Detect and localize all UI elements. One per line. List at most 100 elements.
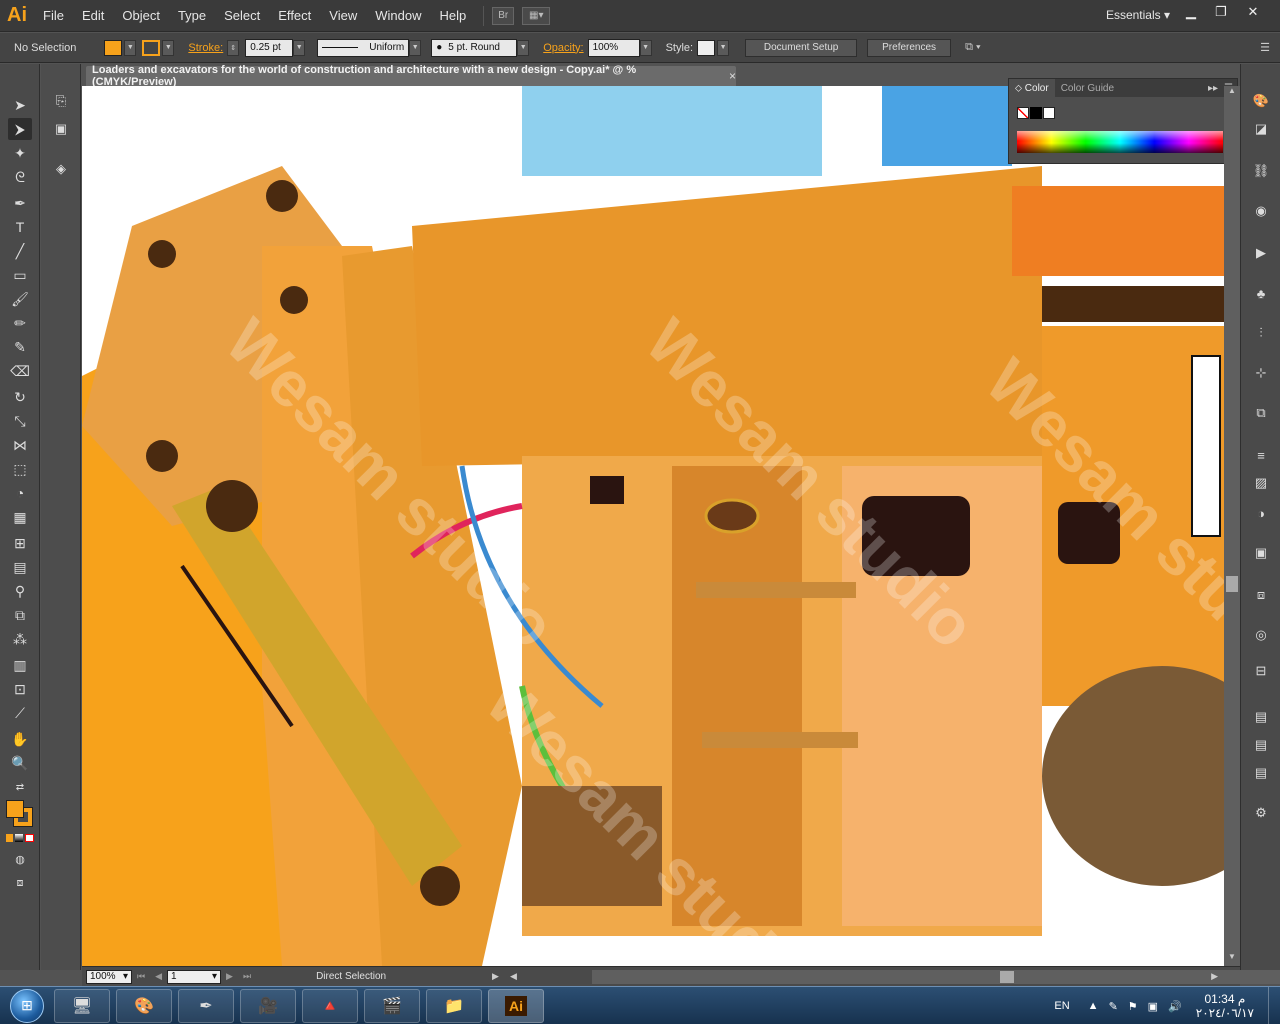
rectangle-tool-icon[interactable]: ▭ xyxy=(8,264,32,286)
horizontal-scrollbar[interactable] xyxy=(592,970,1280,984)
paragraph-icon[interactable]: ▤ xyxy=(1250,706,1272,728)
taskbar-app-vlc[interactable]: 🔺 xyxy=(302,988,358,1023)
fill-color-icon[interactable] xyxy=(6,800,24,818)
line-tool-icon[interactable]: ╱ xyxy=(8,240,32,262)
scroll-up-icon[interactable]: ▲ xyxy=(1224,86,1240,100)
opacity-field[interactable]: 100% xyxy=(587,38,640,57)
vertical-scrollbar[interactable]: ▲ ▼ xyxy=(1224,86,1240,966)
taskbar-app-explorer[interactable]: 📁 xyxy=(426,988,482,1023)
document-tab[interactable]: Loaders and excavators for the world of … xyxy=(86,64,736,88)
zoom-tool-icon[interactable]: 🔍 xyxy=(8,752,32,774)
selection-tool-icon[interactable]: ➤ xyxy=(8,94,32,116)
align-icon[interactable]: ⫶ xyxy=(1250,322,1272,344)
image-trace-icon[interactable]: ▣ xyxy=(50,118,72,140)
close-icon[interactable]: ✕ xyxy=(1238,2,1268,22)
direct-selection-tool-icon[interactable]: ⮞ xyxy=(8,118,32,140)
scroll-right-icon[interactable]: ▶ xyxy=(1211,971,1218,982)
transparency-icon[interactable]: ◑ xyxy=(1250,502,1272,524)
show-desktop-button[interactable] xyxy=(1268,987,1280,1024)
mesh-tool-icon[interactable]: ⊞ xyxy=(8,532,32,554)
stroke-swatch[interactable] xyxy=(142,39,161,56)
free-transform-tool-icon[interactable]: ⬚ xyxy=(8,458,32,480)
paintbrush-tool-icon[interactable]: 🖌 xyxy=(8,288,32,310)
opacity-dropdown-icon[interactable]: ▼ xyxy=(639,39,652,56)
menu-select[interactable]: Select xyxy=(215,8,269,23)
zoom-field[interactable]: 100% ▾ xyxy=(86,969,132,984)
menu-object[interactable]: Object xyxy=(113,8,169,23)
swatches-icon[interactable]: ◪ xyxy=(1250,118,1272,140)
white-swatch[interactable] xyxy=(1043,107,1055,119)
menu-effect[interactable]: Effect xyxy=(269,8,320,23)
artboard-field[interactable]: 1 ▾ xyxy=(167,969,222,984)
shape-builder-tool-icon[interactable]: ◔ xyxy=(8,482,32,504)
none-swatch-icon[interactable] xyxy=(1017,107,1029,119)
action-center-icon[interactable]: ⚑ xyxy=(1128,1000,1138,1013)
perspective-grid-tool-icon[interactable]: ▦ xyxy=(8,506,32,528)
menu-type[interactable]: Type xyxy=(169,8,215,23)
drawing-mode-icon[interactable]: ◍ xyxy=(8,848,32,870)
next-artboard-icon[interactable]: ▶ xyxy=(226,971,233,982)
arrange-icon[interactable]: ⧉ ▾ xyxy=(965,41,981,54)
tray-expand-icon[interactable]: ▲ xyxy=(1088,1000,1099,1012)
tray-pen-icon[interactable]: ✎ xyxy=(1109,1000,1118,1013)
scroll-down-icon[interactable]: ▼ xyxy=(1224,952,1240,966)
stroke-panel-icon[interactable]: ≡ xyxy=(1250,444,1272,466)
taskbar-app-camtasia[interactable]: 🎥 xyxy=(240,988,296,1023)
minimize-icon[interactable]: ▁ xyxy=(1176,2,1206,22)
document-info-icon[interactable]: ⚙ xyxy=(1250,802,1272,824)
color-mode-icons[interactable] xyxy=(6,834,34,842)
eraser-tool-icon[interactable]: ⌫ xyxy=(8,360,32,382)
close-tab-icon[interactable]: × xyxy=(729,69,736,83)
lasso-tool-icon[interactable]: ᘓ xyxy=(8,166,32,188)
language-indicator[interactable]: EN xyxy=(1054,1000,1069,1012)
scroll-left-icon[interactable]: ◀ xyxy=(510,971,517,982)
layers-icon[interactable]: ◈ xyxy=(50,158,72,180)
type-tool-icon[interactable]: T xyxy=(8,216,32,238)
vertical-scroll-thumb[interactable] xyxy=(1226,576,1238,592)
brushes-icon[interactable]: ⧈ xyxy=(1250,584,1272,606)
network-icon[interactable]: ▣ xyxy=(1148,1000,1158,1013)
artboards-icon[interactable]: ▤ xyxy=(1250,762,1272,784)
stroke-stepper-icon[interactable]: ⇕ xyxy=(227,39,240,56)
fill-swatch[interactable] xyxy=(104,39,123,56)
preferences-button[interactable]: Preferences xyxy=(867,38,952,57)
document-setup-button[interactable]: Document Setup xyxy=(745,38,858,57)
clock[interactable]: 01:34 م ٢٠٢٤/٠٦/١٧ xyxy=(1196,992,1254,1020)
brush-definition[interactable]: ● 5 pt. Round xyxy=(431,38,518,57)
stroke-weight-dropdown-icon[interactable]: ▼ xyxy=(293,39,306,56)
previous-artboard-icon[interactable]: ◀ xyxy=(155,971,162,982)
bridge-button[interactable]: Br xyxy=(492,6,515,25)
menu-file[interactable]: File xyxy=(34,8,73,23)
screen-mode-icon[interactable]: ⧈ xyxy=(8,872,32,894)
opacity-label[interactable]: Opacity: xyxy=(543,42,583,54)
menu-edit[interactable]: Edit xyxy=(73,8,113,23)
appearance-icon[interactable]: ◉ xyxy=(1250,200,1272,222)
menu-help[interactable]: Help xyxy=(430,8,475,23)
pen-tool-icon[interactable]: ✒ xyxy=(8,192,32,214)
symbol-sprayer-tool-icon[interactable]: ⁂ xyxy=(8,628,32,650)
actions-icon[interactable]: ▶ xyxy=(1250,242,1272,264)
magic-wand-tool-icon[interactable]: ✦ xyxy=(8,142,32,164)
properties-icon[interactable]: ⎘ xyxy=(50,90,72,112)
gradient-tool-icon[interactable]: ▤ xyxy=(8,556,32,578)
rotate-tool-icon[interactable]: ↻ xyxy=(8,386,32,408)
swap-colors-icon[interactable]: ⇄ xyxy=(8,776,32,798)
workspace-switcher[interactable]: Essentials ▾ xyxy=(1106,8,1170,22)
taskbar-app-studio[interactable]: 🎬 xyxy=(364,988,420,1023)
taskbar-app-illustrator[interactable]: Ai xyxy=(488,988,544,1023)
tab-color[interactable]: ⬦ Color xyxy=(1009,79,1055,97)
panel-menu-icon[interactable]: ☰ xyxy=(1260,41,1270,54)
style-dropdown-icon[interactable]: ▼ xyxy=(717,39,730,56)
fill-dropdown-icon[interactable]: ▼ xyxy=(124,39,137,56)
start-button[interactable]: ⊞ xyxy=(0,987,54,1024)
gradient-panel-icon[interactable]: ▨ xyxy=(1250,472,1272,494)
graphic-style-swatch[interactable] xyxy=(697,39,716,56)
transform-icon[interactable]: ⊹ xyxy=(1250,362,1272,384)
restore-icon[interactable]: ❐ xyxy=(1206,2,1236,22)
navigator-icon[interactable]: ◎ xyxy=(1250,624,1272,646)
volume-icon[interactable]: 🔊 xyxy=(1168,1000,1182,1013)
artboard-canvas[interactable]: Wesam studio Wesam studio Wesam studio W… xyxy=(82,86,1224,966)
graphic-styles-icon[interactable]: ▣ xyxy=(1250,542,1272,564)
eyedropper-tool-icon[interactable]: ⚲ xyxy=(8,580,32,602)
scale-tool-icon[interactable]: ⤡ xyxy=(8,410,32,432)
